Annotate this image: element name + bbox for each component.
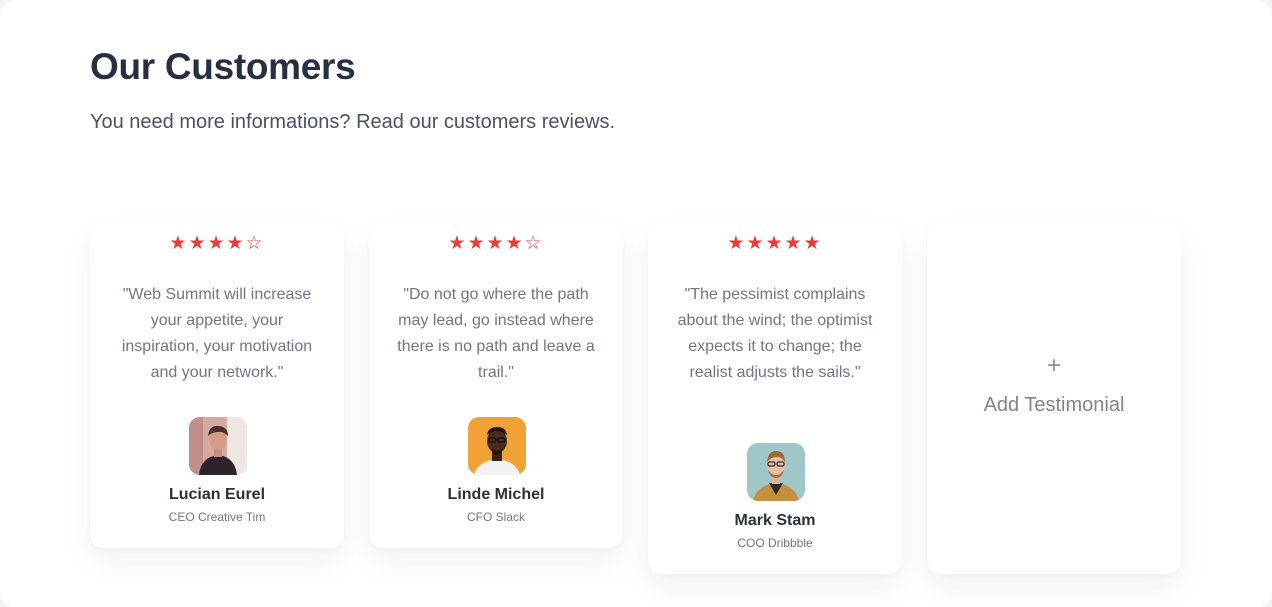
testimonial-card: ★★★★☆ "Web Summit will increase your app… (90, 222, 344, 548)
customer-name: Lucian Eurel (168, 486, 266, 503)
customer-name: Mark Stam (734, 512, 816, 529)
customer-role: COO Dribbble (737, 536, 813, 550)
person-avatar-icon (189, 417, 247, 475)
page-title: Our Customers (90, 46, 356, 87)
person-avatar-icon (468, 417, 526, 475)
testimonial-quote: "Do not go where the path may lead, go i… (397, 286, 595, 381)
plus-icon: + (1046, 352, 1061, 379)
star-rating: ★★★★★ (727, 233, 823, 254)
avatar (189, 417, 247, 475)
customer-name: Linde Michel (447, 486, 545, 503)
page-subtitle: You need more informations? Read our cus… (90, 111, 616, 133)
testimonial-card: ★★★★★ "The pessimist complains about the… (648, 222, 902, 574)
add-testimonial-button[interactable]: + Add Testimonial (927, 222, 1181, 574)
testimonial-quote: "Web Summit will increase your appetite,… (121, 286, 313, 381)
star-rating: ★★★★☆ (169, 233, 265, 254)
person-avatar-icon (747, 443, 805, 501)
avatar (468, 417, 526, 475)
testimonial-quote: "The pessimist complains about the wind;… (677, 286, 873, 381)
customer-role: CFO Slack (466, 510, 525, 524)
avatar (747, 443, 805, 501)
customers-section: Our Customers You need more informations… (0, 0, 1272, 607)
testimonial-card: ★★★★☆ "Do not go where the path may lead… (369, 222, 623, 548)
star-rating: ★★★★☆ (448, 233, 544, 254)
add-testimonial-label: Add Testimonial (983, 394, 1125, 416)
customer-role: CEO Creative Tim (168, 510, 266, 524)
